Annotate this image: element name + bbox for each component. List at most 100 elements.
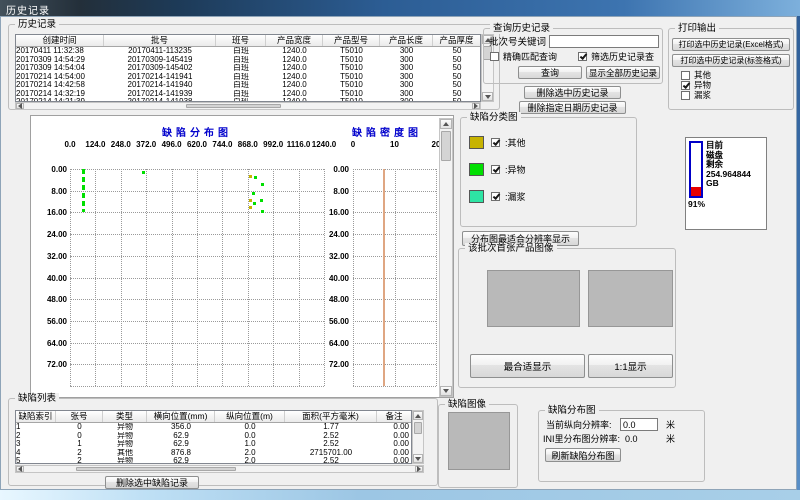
search-button[interactable]: 查询: [518, 66, 582, 79]
one-to-one-display-button[interactable]: 1:1显示: [588, 354, 673, 378]
history-table-cell: 20170309 14:54:29: [16, 56, 104, 65]
history-table-cell: T5010: [323, 64, 380, 73]
print-filter-checkbox-2[interactable]: [681, 91, 690, 100]
product-image-left: [487, 270, 580, 327]
chart2-gridline: [353, 386, 436, 387]
defect-table-row[interactable]: 20异物62.90.02.520.00: [16, 432, 411, 441]
defect-line-异物: [82, 169, 85, 212]
history-table-cell: 20170309-145402: [104, 64, 216, 73]
defect-table-row[interactable]: 10异物356.00.01.770.00: [16, 423, 411, 432]
chart-vscrollbar[interactable]: [439, 118, 453, 397]
scroll-right-icon[interactable]: [472, 103, 480, 109]
defect-table-cell: 2.52: [285, 432, 377, 441]
history-table-row[interactable]: 20170214 14:42:5820170214-141940白班1240.0…: [16, 81, 480, 90]
print-excel-button[interactable]: 打印选中历史记录(Excel格式): [672, 38, 790, 51]
delete-by-date-history-button[interactable]: 删除指定日期历史记录: [519, 101, 626, 114]
history-table-column-header[interactable]: 批号: [104, 35, 216, 46]
batch-keyword-input[interactable]: [549, 35, 659, 48]
history-table-column-header[interactable]: 产品长度: [380, 35, 433, 46]
scroll-down-icon[interactable]: [413, 454, 423, 463]
legend-checkbox-2[interactable]: [491, 192, 500, 201]
history-table-row[interactable]: 20170214 14:54:0020170214-141941白班1240.0…: [16, 73, 480, 82]
history-table-column-header[interactable]: 产品型号: [323, 35, 380, 46]
history-table-cell: 50: [433, 64, 480, 73]
defect-table-column-header[interactable]: 面积(平方毫米): [285, 411, 377, 422]
scroll-left-icon[interactable]: [16, 466, 24, 472]
hscroll-thumb[interactable]: [186, 104, 281, 108]
scroll-left-icon[interactable]: [16, 103, 24, 109]
defect-table-cell: 0.0: [215, 423, 285, 432]
defect-point-异物: [252, 192, 255, 195]
defect-legend-group-label: 缺陷分类图: [467, 112, 521, 123]
refresh-distribution-button[interactable]: 刷新缺陷分布图: [545, 448, 621, 462]
vscroll-thumb[interactable]: [441, 131, 451, 161]
history-table-row[interactable]: 20170411 11:32:3820170411-113235白班1240.0…: [16, 47, 480, 56]
chart2-ytick: 8.00: [315, 187, 349, 196]
print-filter-label-0: 其他: [694, 70, 711, 80]
legend-checkbox-0[interactable]: [491, 138, 500, 147]
defect-table-column-header[interactable]: 横向位置(mm): [147, 411, 215, 422]
fit-display-button[interactable]: 最合适显示: [470, 354, 585, 378]
delete-selected-defect-button[interactable]: 删除选中缺陷记录: [105, 476, 199, 489]
chart1-gridline: [70, 343, 324, 344]
defect-table-column-header[interactable]: 张号: [56, 411, 103, 422]
history-table-column-header[interactable]: 班号: [216, 35, 266, 46]
window-titlebar[interactable]: 历史记录: [0, 0, 800, 16]
chart2-ytick: 48.00: [315, 295, 349, 304]
defect-table-row[interactable]: 31异物62.91.02.520.00: [16, 440, 411, 449]
disk-percent-label: 91%: [688, 200, 705, 210]
defect-image-placeholder: [448, 412, 510, 470]
scroll-right-icon[interactable]: [415, 466, 423, 472]
history-table-column-header[interactable]: 产品厚度: [433, 35, 481, 46]
current-resolution-input[interactable]: [620, 418, 658, 431]
defect-table-hscrollbar[interactable]: [15, 465, 424, 473]
chart1-xtick: 0.0: [64, 140, 75, 149]
defect-table-row[interactable]: 42其他876.82.02715701.000.00: [16, 449, 411, 458]
defect-table-cell: 62.9: [147, 432, 215, 441]
window-title: 历史记录: [6, 2, 50, 17]
history-table-hscrollbar[interactable]: [15, 102, 481, 110]
print-filter-checkbox-1[interactable]: [681, 81, 690, 90]
show-all-history-button[interactable]: 显示全部历史记录: [586, 66, 660, 79]
hscroll-thumb[interactable]: [76, 467, 236, 471]
history-table-row[interactable]: 20170309 14:54:0420170309-145402白班1240.0…: [16, 64, 480, 73]
vscroll-thumb[interactable]: [414, 422, 422, 434]
history-table-cell: 300: [380, 90, 433, 99]
print-filter-checkbox-0[interactable]: [681, 71, 690, 80]
taskbar[interactable]: [0, 490, 800, 500]
chart1-gridline: [70, 321, 324, 322]
defect-table-column-header[interactable]: 类型: [103, 411, 147, 422]
chart1-xtick: 1116.0: [287, 140, 311, 149]
defect-table-row[interactable]: 52异物62.92.02.520.00: [16, 457, 411, 464]
scroll-down-icon[interactable]: [440, 386, 452, 396]
chart1-gridline: [70, 169, 324, 170]
legend-checkbox-1[interactable]: [491, 165, 500, 174]
chart2-gridline: [353, 169, 436, 170]
scroll-up-icon[interactable]: [413, 411, 423, 420]
chart1-xtick: 124.0: [85, 140, 105, 149]
exact-match-checkbox[interactable]: [490, 52, 499, 61]
defect-table-column-header[interactable]: 纵向位置(m): [215, 411, 285, 422]
defect-table-vscrollbar[interactable]: [412, 410, 424, 464]
defect-list-table[interactable]: 缺陷索引张号类型横向位置(mm)纵向位置(m)面积(平方毫米)备注 10异物35…: [15, 410, 412, 464]
scroll-down-icon[interactable]: [482, 92, 493, 101]
defect-table-column-header[interactable]: 缺陷索引: [16, 411, 56, 422]
legend-swatch-1: [469, 163, 484, 176]
history-table-column-header[interactable]: 产品宽度: [266, 35, 323, 46]
delete-selected-history-button[interactable]: 删除选中历史记录: [524, 86, 621, 99]
history-table-cell: 白班: [216, 90, 266, 99]
defect-table-column-header[interactable]: 备注: [377, 411, 412, 422]
history-table-cell: 50: [433, 81, 480, 90]
print-label-button[interactable]: 打印选中历史记录(标签格式): [672, 54, 790, 67]
desktop: 历史记录 历史记录 创建时间批号班号产品宽度产品型号产品长度产品厚度 20170…: [0, 0, 800, 500]
history-table-row[interactable]: 20170214 14:32:1920170214-141939白班1240.0…: [16, 90, 480, 99]
filter-history-checkbox[interactable]: [578, 52, 587, 61]
history-table-row[interactable]: 20170309 14:54:2920170309-145419白班1240.0…: [16, 56, 480, 65]
defect-point-其他: [249, 199, 252, 202]
defect-table-cell: 2.52: [285, 440, 377, 449]
history-table-column-header[interactable]: 创建时间: [16, 35, 104, 46]
history-table[interactable]: 创建时间批号班号产品宽度产品型号产品长度产品厚度 20170411 11:32:…: [15, 34, 481, 102]
chart1-xtick: 868.0: [238, 140, 258, 149]
scroll-up-icon[interactable]: [440, 119, 452, 129]
legend-label-1: :异物: [505, 165, 526, 175]
